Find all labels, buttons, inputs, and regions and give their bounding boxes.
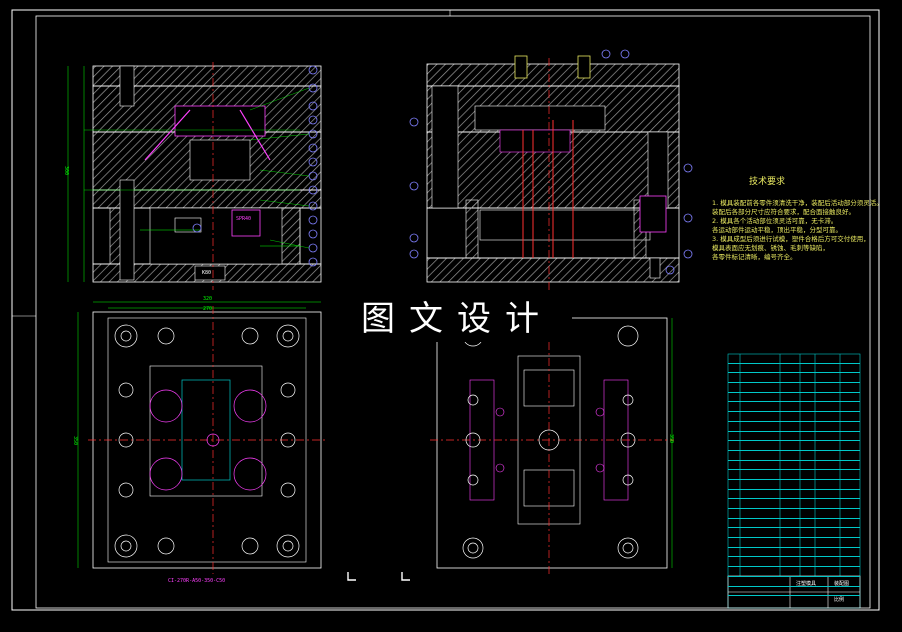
title-right-cell: 装配图: [834, 581, 850, 587]
bom-row: [728, 461, 860, 471]
moving-half-plan-view: [77, 301, 326, 574]
bom-row: [728, 432, 860, 442]
tech-line: 1. 模具装配前各零件须清洗干净，装配后活动部分须灵活。: [712, 199, 883, 207]
watermark-text: 图文设计: [342, 296, 572, 342]
bottom-note: CI-270R-A50-350-C50: [168, 578, 226, 584]
bom-row: [728, 402, 860, 413]
spring-label: SPR40: [236, 216, 252, 222]
bom-row: [728, 364, 860, 374]
title-name-cell: 注塑模具: [796, 581, 817, 587]
tech-line: 模具表面应无划痕、锈蚀、毛刺等缺陷，: [712, 244, 829, 252]
dim-height-right: 350: [668, 434, 674, 444]
tech-line: 各零件标记清晰，编号齐全。: [712, 253, 797, 261]
bom-row: [728, 451, 860, 461]
tech-line: 各运动部件运动平稳，顶出平稳，分型可靠。: [712, 226, 842, 234]
bom-row: [728, 354, 860, 364]
technical-requirements: 技术要求 1. 模具装配前各零件须清洗干净，装配后活动部分须灵活。 装配后各部分…: [712, 178, 883, 262]
tech-line: 2. 模具各个活动部位须灵活可靠，无卡滞。: [712, 217, 838, 225]
bom-row: [728, 528, 860, 539]
tech-line: 装配后各部分尺寸应符合要求，配合面接触良好。: [712, 208, 855, 216]
bom-row: [728, 470, 860, 480]
dim-total-height: 300: [63, 166, 69, 176]
bom-row: [728, 480, 860, 490]
bom-row: [728, 441, 860, 451]
front-section-view: [67, 62, 322, 290]
fixed-plan-holes: [462, 325, 639, 559]
side-section-view: [426, 55, 680, 290]
dim-width-inner: 270: [203, 306, 213, 312]
dim-width-outer: 320: [203, 296, 213, 302]
bom-row: [728, 557, 860, 568]
cavity-label: K80: [202, 270, 212, 276]
bom-row: [728, 383, 860, 393]
bom-row: [728, 519, 860, 529]
bom-row: [728, 373, 860, 384]
dim-height-left: 350: [72, 436, 78, 446]
bom-row: [728, 538, 860, 548]
tech-title: 技术要求: [748, 177, 785, 187]
bom-row: [728, 509, 860, 519]
bom-row: [728, 490, 860, 500]
bom-row: [728, 587, 860, 597]
bom-row: [728, 412, 860, 422]
section-markers: [347, 572, 410, 581]
tech-line: 3. 模具成型后须进行试模，塑件合格后方可交付使用，: [712, 235, 870, 243]
bom-row: [728, 422, 860, 432]
bom-table: [728, 354, 860, 600]
bom-row: [728, 499, 860, 509]
cad-drawing-sheet: { "watermark": "图文设计", "tech_requirement…: [0, 0, 902, 632]
bom-row: [728, 567, 860, 577]
title-scale-cell: 比例: [834, 597, 845, 603]
bom-row: [728, 548, 860, 558]
bom-row: [728, 393, 860, 403]
